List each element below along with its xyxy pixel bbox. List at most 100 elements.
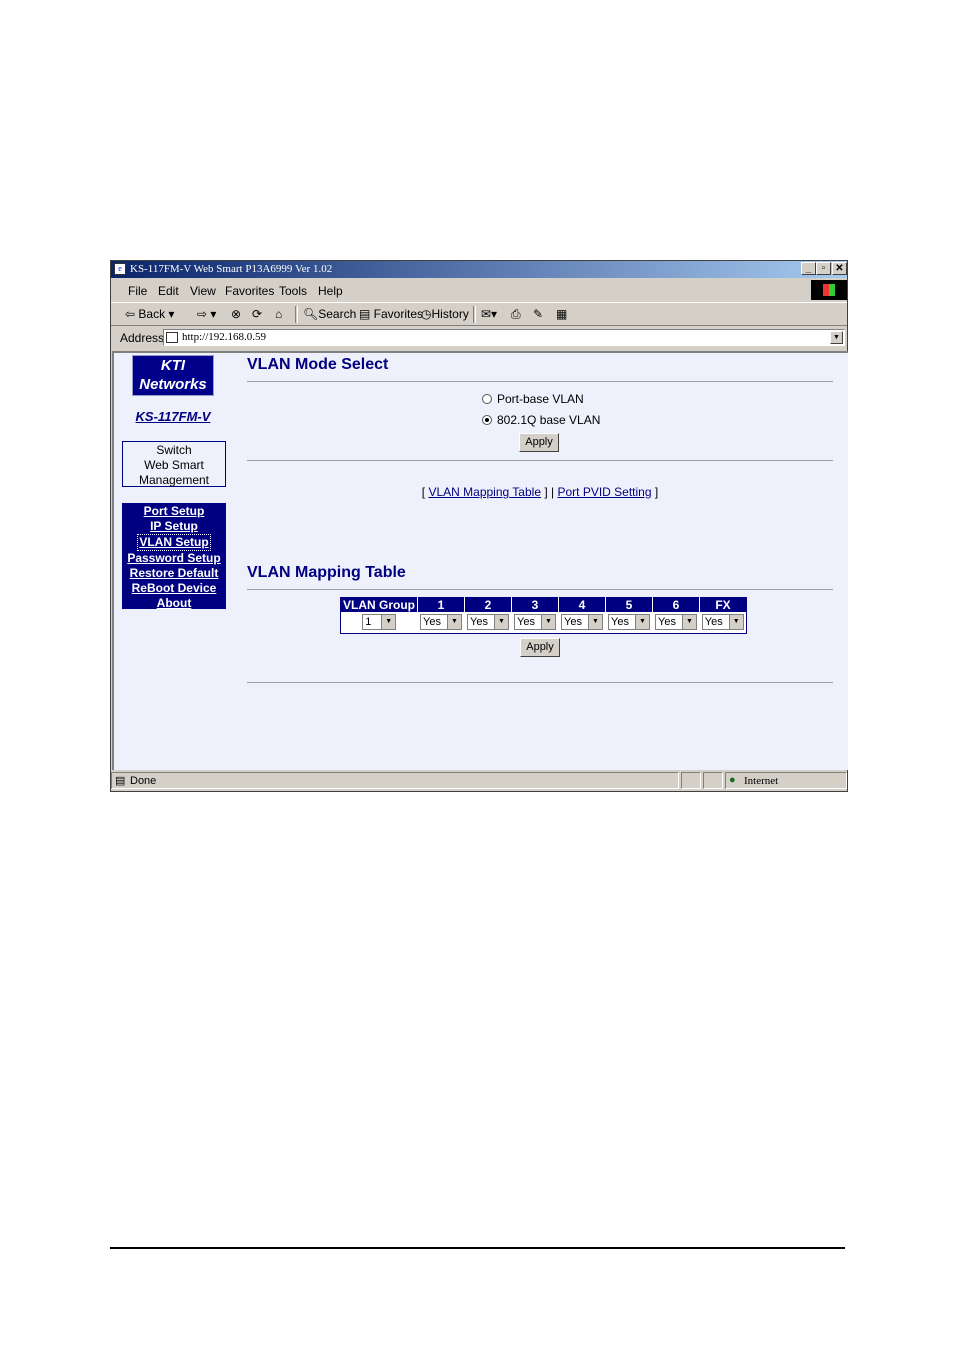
menu-help[interactable]: Help <box>318 284 343 298</box>
header-vlan-group: VLAN Group <box>340 597 418 612</box>
chevron-down-icon: ▼ <box>541 615 555 630</box>
nav-ip-setup[interactable]: IP Setup <box>122 519 226 534</box>
apply-mapping-button[interactable]: Apply <box>520 638 560 657</box>
menu-tools[interactable]: Tools <box>279 284 307 298</box>
history-button[interactable]: ◷History <box>421 307 469 321</box>
port-4-select[interactable]: Yes ▼ <box>561 614 603 631</box>
page-footer-rule <box>110 1247 845 1249</box>
nav-password-setup[interactable]: Password Setup <box>122 551 226 566</box>
chevron-down-icon: ▼ <box>588 615 602 630</box>
nav-port-setup[interactable]: Port Setup <box>122 504 226 519</box>
port-2-select[interactable]: Yes ▼ <box>467 614 509 631</box>
page-icon <box>166 332 178 343</box>
menu-edit[interactable]: Edit <box>158 284 179 298</box>
home-icon[interactable]: ⌂ <box>275 307 282 321</box>
header-port-3: 3 <box>511 597 559 612</box>
toolbar-separator <box>295 306 298 323</box>
radio-port-base[interactable]: Port-base VLAN <box>482 392 584 406</box>
nav-restore-default[interactable]: Restore Default <box>122 566 226 581</box>
nav-vlan-setup[interactable]: VLAN Setup <box>137 534 211 551</box>
close-button[interactable]: ✕ <box>832 262 847 275</box>
page-done-icon: ▤ <box>115 775 126 787</box>
arrow-right-icon: ⇨ <box>197 307 208 321</box>
arrow-left-icon: ⇦ <box>125 307 139 321</box>
status-bar: ▤ Done ● Internet <box>111 771 847 791</box>
browser-window: e KS-117FM-V Web Smart P13A6999 Ver 1.02… <box>110 260 848 792</box>
history-icon: ◷ <box>421 307 432 321</box>
chevron-down-icon: ▼ <box>635 615 649 630</box>
header-port-6: 6 <box>652 597 700 612</box>
radio-selected-icon[interactable] <box>482 415 492 425</box>
table-row: 1 ▼ Yes ▼ Yes ▼ Yes ▼ Yes ▼ Yes ▼ Yes ▼ Yes ▼ <box>341 612 747 634</box>
chevron-down-icon: ▼ <box>494 615 508 630</box>
chevron-down-icon: ▼ <box>682 615 696 630</box>
address-bar: Address http://192.168.0.59 ▼ <box>111 327 847 349</box>
edit-icon[interactable]: ✎ <box>533 307 543 321</box>
chevron-down-icon: ▼ <box>447 615 461 630</box>
ie-icon: e <box>114 263 126 275</box>
vlan-mode-title: VLAN Mode Select <box>247 356 389 373</box>
title-bar: e KS-117FM-V Web Smart P13A6999 Ver 1.02… <box>111 261 847 278</box>
print-icon[interactable]: ⎙ <box>511 307 521 322</box>
port-pvid-link[interactable]: Port PVID Setting <box>557 485 651 499</box>
forward-button[interactable]: ⇨ ▾ <box>197 307 216 321</box>
radio-8021q[interactable]: 802.1Q base VLAN <box>482 413 600 427</box>
vlan-mapping-table: VLAN Group 1 2 3 4 5 6 FX 1 ▼ Yes ▼ Yes ▼ Y… <box>340 597 747 634</box>
product-box: Switch Web Smart Management <box>122 441 226 487</box>
search-icon: 🔍︎ <box>303 307 319 321</box>
search-button[interactable]: 🔍︎Search <box>303 307 356 321</box>
header-port-4: 4 <box>558 597 606 612</box>
back-button[interactable]: ⇦ Back ▾ <box>125 307 174 321</box>
port-6-select[interactable]: Yes ▼ <box>655 614 697 631</box>
table-header-row: VLAN Group 1 2 3 4 5 6 FX <box>340 597 747 612</box>
status-cell <box>703 772 723 789</box>
status-text: Done <box>130 775 157 787</box>
nav-about[interactable]: About <box>122 596 226 611</box>
window-title: KS-117FM-V Web Smart P13A6999 Ver 1.02 <box>130 263 333 275</box>
divider <box>247 589 833 590</box>
favorites-icon: ▤ <box>359 307 374 321</box>
subnav-links: [ VLAN Mapping Table ] | Port PVID Setti… <box>421 485 659 499</box>
port-5-select[interactable]: Yes ▼ <box>608 614 650 631</box>
favorites-button[interactable]: ▤ Favorites <box>359 307 423 321</box>
vlan-group-select[interactable]: 1 ▼ <box>362 614 397 631</box>
divider <box>247 381 833 382</box>
model-link[interactable]: KS-117FM-V <box>114 409 232 424</box>
maximize-button[interactable]: ▫ <box>816 262 831 275</box>
port-1-select[interactable]: Yes ▼ <box>420 614 462 631</box>
apply-mode-button[interactable]: Apply <box>519 433 559 452</box>
zone-text: Internet <box>744 775 779 787</box>
status-zone: ● Internet <box>725 772 847 789</box>
minimize-button[interactable]: _ <box>801 262 816 275</box>
header-port-1: 1 <box>417 597 465 612</box>
mail-icon[interactable]: ✉▾ <box>481 307 497 321</box>
divider <box>247 682 833 683</box>
header-port-fx: FX <box>699 597 747 612</box>
menu-bar: File Edit View Favorites Tools Help <box>111 279 847 301</box>
globe-icon: ● <box>729 774 736 786</box>
chevron-down-icon: ▼ <box>381 615 396 630</box>
chevron-down-icon[interactable]: ▼ <box>830 331 843 344</box>
page-content: KTI Networks KS-117FM-V Switch Web Smart… <box>112 351 848 770</box>
chevron-down-icon: ▼ <box>728 615 743 630</box>
toolbar-separator <box>473 306 476 323</box>
menu-favorites[interactable]: Favorites <box>225 284 274 298</box>
vlan-mapping-title: VLAN Mapping Table <box>247 564 406 581</box>
menu-file[interactable]: File <box>128 284 147 298</box>
stop-icon[interactable]: ⊗ <box>231 307 241 321</box>
menu-view[interactable]: View <box>190 284 216 298</box>
nav-reboot-device[interactable]: ReBoot Device <box>122 581 226 596</box>
kti-logo: KTI Networks <box>132 355 214 396</box>
refresh-icon[interactable]: ⟳ <box>252 307 262 321</box>
status-cell <box>681 772 701 789</box>
port-fx-select[interactable]: Yes ▼ <box>701 614 744 631</box>
divider <box>247 460 833 461</box>
address-input[interactable]: http://192.168.0.59 ▼ <box>163 329 845 346</box>
discuss-icon[interactable]: ▦ <box>556 307 567 321</box>
sidebar-nav: Port Setup IP Setup VLAN Setup Password … <box>122 503 226 611</box>
vlan-mapping-link[interactable]: VLAN Mapping Table <box>428 485 541 499</box>
windows-logo-icon <box>811 280 847 300</box>
radio-icon[interactable] <box>482 394 492 404</box>
port-3-select[interactable]: Yes ▼ <box>514 614 556 631</box>
address-value: http://192.168.0.59 <box>182 331 267 343</box>
